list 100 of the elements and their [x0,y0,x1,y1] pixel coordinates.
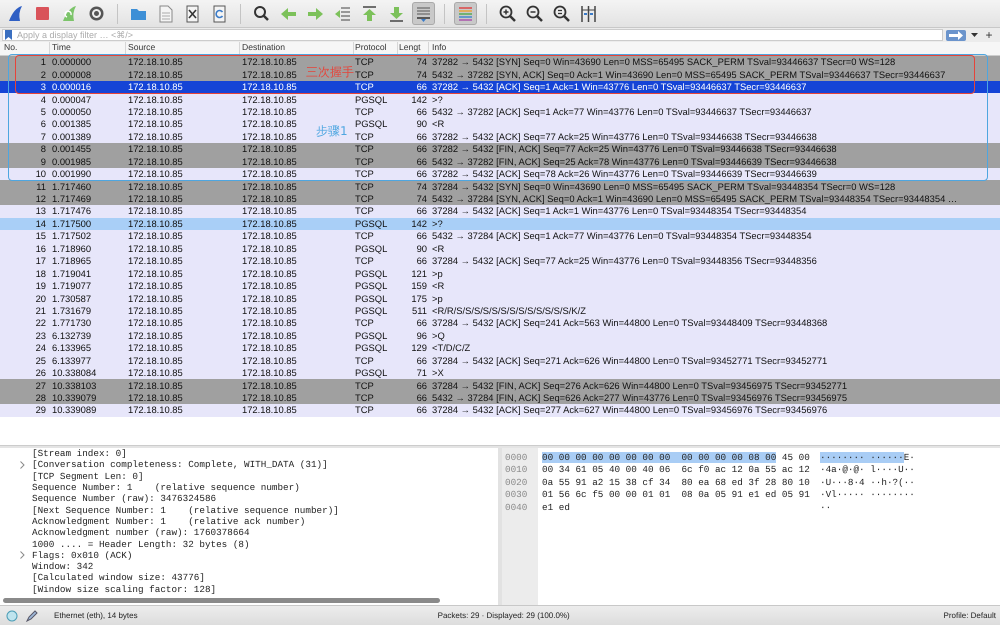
packet-row[interactable]: 3 0.000016 172.18.10.85 172.18.10.85 TCP 66 37282 → 5432 [ACK] Seq=1 Ack=1 Win=43776 Len=0 TSval=93446637 TSecr=93446637 [0,80,1000,94]
tree-item[interactable]: [Stream index: 0] [32,448,127,460]
packet-row[interactable]: 4 0.000047 172.18.10.85 172.18.10.85 PGSQL 142 >? [0,93,1000,106]
packet-row[interactable]: 27 10.338103 172.18.10.85 172.18.10.85 TCP 66 37284 → 5432 [FIN, ACK] Seq=276 Ack=626 Win=44800 Len=0 TSval=93456975 TSecr=93452771 [0,379,1000,392]
packet-row[interactable]: 13 1.717476 172.18.10.85 172.18.10.85 TCP 66 37284 → 5432 [ACK] Seq=1 Ack=1 Win=43776 Len=0 TSval=93448354 TSecr=93448354 [0,205,1000,218]
table-cell: 1.719077 [52,280,92,292]
packet-row[interactable]: 24 6.133965 172.18.10.85 172.18.10.85 PGSQL 129 <T/D/C/Z [0,342,1000,354]
packet-row[interactable]: 10 0.001990 172.18.10.85 172.18.10.85 TCP 66 37282 → 5432 [ACK] Seq=78 Ack=26 Win=43776 Len=0 TSval=93446639 TSecr=93446639 [0,168,1000,180]
packet-row[interactable]: 28 10.339079 172.18.10.85 172.18.10.85 TCP 66 5432 → 37284 [FIN, ACK] Seq=626 Ack=277 Win=43776 Len=0 TSval=93456976 TSecr=93456975 [0,392,1000,404]
table-cell: 74 [416,182,427,192]
hex-bytes[interactable]: 0a 55 91 a2 15 38 cf 34 80 ea 68 ed 3f 28 80 10 [542,476,810,488]
table-cell: 172.18.10.85 [242,168,297,180]
hex-bytes[interactable]: 01 56 6c f5 00 00 01 01 08 0a 05 91 e1 ed 05 91 [542,489,810,500]
table-cell: TCP [355,56,374,68]
ascii-bytes[interactable]: ········ ······ [820,452,904,463]
packet-row[interactable]: 23 6.132739 172.18.10.85 172.18.10.85 PGSQL 96 >Q [0,330,1000,342]
table-cell: 66 [416,156,427,167]
table-cell: 96 [416,330,427,341]
column-header[interactable]: Source [126,42,240,54]
tree-item[interactable]: 1000 .... = Header Length: 32 bytes (8) [32,538,250,550]
packet-row[interactable]: 5 0.000050 172.18.10.85 172.18.10.85 TCP 66 5432 → 37282 [ACK] Seq=1 Ack=77 Win=43776 Len=0 TSval=93446637 TSecr=93446637 [0,106,1000,118]
ascii-bytes[interactable]: ·Vl····· ········ [820,489,915,500]
tree-item[interactable]: Sequence Number: 1 (relative sequence number) [32,482,300,494]
table-cell: 175 [411,294,427,304]
hex-bytes[interactable]: e1 ed [542,502,570,513]
packet-row[interactable]: 25 6.133977 172.18.10.85 172.18.10.85 TCP 66 37284 → 5432 [ACK] Seq=271 Ack=626 Win=44800 Len=0 TSval=93452771 TSecr=93452771 [0,354,1000,367]
packet-row[interactable]: 21 1.731679 172.18.10.85 172.18.10.85 PGSQL 511 <R/R/S/S/S/S/S/S/S/S/S/S/S/S/S/K/Z [0,304,1000,318]
chevron-icon[interactable] [20,460,25,469]
tree-item[interactable]: [Conversation completeness: Complete, WITH_DATA (31)] [32,459,328,470]
column-header[interactable]: Destination [240,42,354,54]
tree-item[interactable]: Window: 342 [32,561,94,572]
tree-item[interactable]: Flags: 0x010 (ACK) [32,550,132,561]
packet-row[interactable]: 29 10.339089 172.18.10.85 172.18.10.85 TCP 66 37284 → 5432 [ACK] Seq=277 Ack=627 Win=44800 Len=0 TSval=93456976 TSecr=93456976 [0,404,1000,417]
column-header[interactable]: No. [0,42,50,54]
table-cell: >p [432,268,443,279]
table-cell: 1.718965 [52,255,92,266]
column-header[interactable]: Lengt [398,42,429,54]
bookmark-icon[interactable] [5,30,12,40]
packet-row[interactable]: 14 1.717500 172.18.10.85 172.18.10.85 PGSQL 142 >? [0,218,1000,230]
table-cell: 0.000000 [52,56,92,68]
table-cell: 10 [36,168,46,180]
filter-field[interactable]: Apply a display filter … <⌘/> [2,29,943,41]
table-cell: 1.717502 [52,230,92,242]
table-cell: 172.18.10.85 [242,56,297,68]
ascii-bytes[interactable]: E· [904,452,915,463]
packet-row[interactable]: 11 1.717460 172.18.10.85 172.18.10.85 TCP 74 37284 → 5432 [SYN] Seq=0 Win=43690 Len=0 MSS=65495 SACK_PERM TSval=93448354 TSecr=0 WS=128 [0,180,1000,193]
ascii-bytes[interactable]: ·· [820,502,832,513]
ascii-bytes[interactable]: ·U···8·4 ··h·?(·· [820,476,915,488]
add-button[interactable]: + [982,29,996,41]
table-cell: 172.18.10.85 [128,255,183,266]
packet-row[interactable]: 18 1.719041 172.18.10.85 172.18.10.85 PGSQL 121 >p [0,267,1000,280]
packet-row[interactable]: 20 1.730587 172.18.10.85 172.18.10.85 PGSQL 175 >p [0,292,1000,305]
chevron-icon[interactable] [20,551,25,560]
table-cell: 37284 → 5432 [ACK] Seq=241 Ack=563 Win=44800 Len=0 TSval=93448409 TSecr=93448368 [432,317,828,328]
ascii-bytes[interactable]: ·4a·@·@· l····U·· [820,464,915,476]
column-header[interactable]: Info [429,42,1000,54]
packet-row[interactable]: 15 1.717502 172.18.10.85 172.18.10.85 TCP 66 5432 → 37284 [ACK] Seq=1 Ack=77 Win=43776 Len=0 TSval=93448354 TSecr=93448354 [0,230,1000,243]
table-cell: 1.730587 [52,292,92,304]
tree-item[interactable]: Acknowledgment number (raw): 1760378664 [32,527,250,538]
table-cell: <R/R/S/S/S/S/S/S/S/S/S/S/S/S/S/K/Z [432,304,586,316]
hex-bytes[interactable]: 00 34 61 05 40 00 40 06 6c f0 ac 12 0a 55 ac 12 [542,464,810,476]
table-cell: PGSQL [355,268,388,279]
scrollbar-thumb[interactable] [3,598,440,603]
packet-row[interactable]: 8 0.001455 172.18.10.85 172.18.10.85 TCP 66 37282 → 5432 [FIN, ACK] Seq=77 Ack=25 Win=43776 Len=0 TSval=93446638 TSecr=93446638 [0,143,1000,156]
tree-item[interactable]: Acknowledgment Number: 1 (relative ack number) [32,516,306,527]
table-cell: 0.000047 [52,94,92,105]
hex-bytes[interactable]: 00 00 00 00 00 00 00 00 00 00 00 00 08 00 [542,452,776,463]
offset-label: 0020 [505,476,528,490]
packet-row[interactable]: 9 0.001985 172.18.10.85 172.18.10.85 TCP 66 5432 → 37282 [FIN, ACK] Seq=25 Ack=78 Win=43776 Len=0 TSval=93446639 TSecr=93446638 [0,156,1000,168]
tree-item[interactable]: [Window size scaling factor: 128] [32,584,216,595]
table-cell: 172.18.10.85 [242,193,297,204]
table-cell: TCP [355,180,374,192]
pencil-icon[interactable] [26,610,38,622]
table-cell: >? [432,218,443,229]
table-cell: 5432 → 37282 [FIN, ACK] Seq=25 Ack=78 Win=43776 Len=0 TSval=93446639 TSecr=93446638 [432,156,837,167]
packet-row[interactable]: 12 1.717469 172.18.10.85 172.18.10.85 TCP 74 5432 → 37284 [SYN, ACK] Seq=0 Ack=1 Win=43690 Len=0 MSS=65495 SACK_PERM TSval=93448354 TSecr=93448354 … [0,192,1000,206]
packet-row[interactable]: 16 1.718960 172.18.10.85 172.18.10.85 PGSQL 90 <R [0,242,1000,255]
table-cell: 172.18.10.85 [242,280,297,292]
table-cell: 27 [36,380,46,391]
hex-bytes[interactable]: 45 00 [776,452,810,463]
tree-item[interactable]: Sequence Number (raw): 3476324586 [32,493,216,504]
status-indicator-icon[interactable] [6,610,18,622]
packet-row[interactable]: 19 1.719077 172.18.10.85 172.18.10.85 PGSQL 159 <R [0,280,1000,292]
table-cell: 172.18.10.85 [128,94,183,105]
tree-item[interactable]: [TCP Segment Len: 0] [32,470,144,482]
column-header[interactable]: Protocol [354,42,398,54]
toolbar-button[interactable] [412,2,435,25]
table-cell: PGSQL [355,218,388,229]
column-header[interactable]: Time [50,42,126,54]
table-cell: 172.18.10.85 [242,342,297,354]
table-cell: 0.000016 [52,81,92,92]
profile-label[interactable]: Profile: Default [944,611,996,620]
right-arrow-icon [948,30,964,40]
tree-item[interactable]: [Calculated window size: 43776] [32,572,205,584]
packet-row[interactable]: 22 1.771730 172.18.10.85 172.18.10.85 TCP 66 37284 → 5432 [ACK] Seq=241 Ack=563 Win=44800 Len=0 TSval=93448409 TSecr=93448368 [0,317,1000,330]
table-cell: 172.18.10.85 [242,94,297,105]
packet-row[interactable]: 26 10.338084 172.18.10.85 172.18.10.85 PGSQL 71 >X [0,366,1000,380]
table-cell: 172.18.10.85 [242,81,297,92]
packet-row[interactable]: 17 1.718965 172.18.10.85 172.18.10.85 TCP 66 37284 → 5432 [ACK] Seq=77 Ack=25 Win=43776 Len=0 TSval=93448356 TSecr=93448356 [0,255,1000,268]
tree-item[interactable]: [Next Sequence Number: 1 (relative sequence number)] [32,504,339,516]
